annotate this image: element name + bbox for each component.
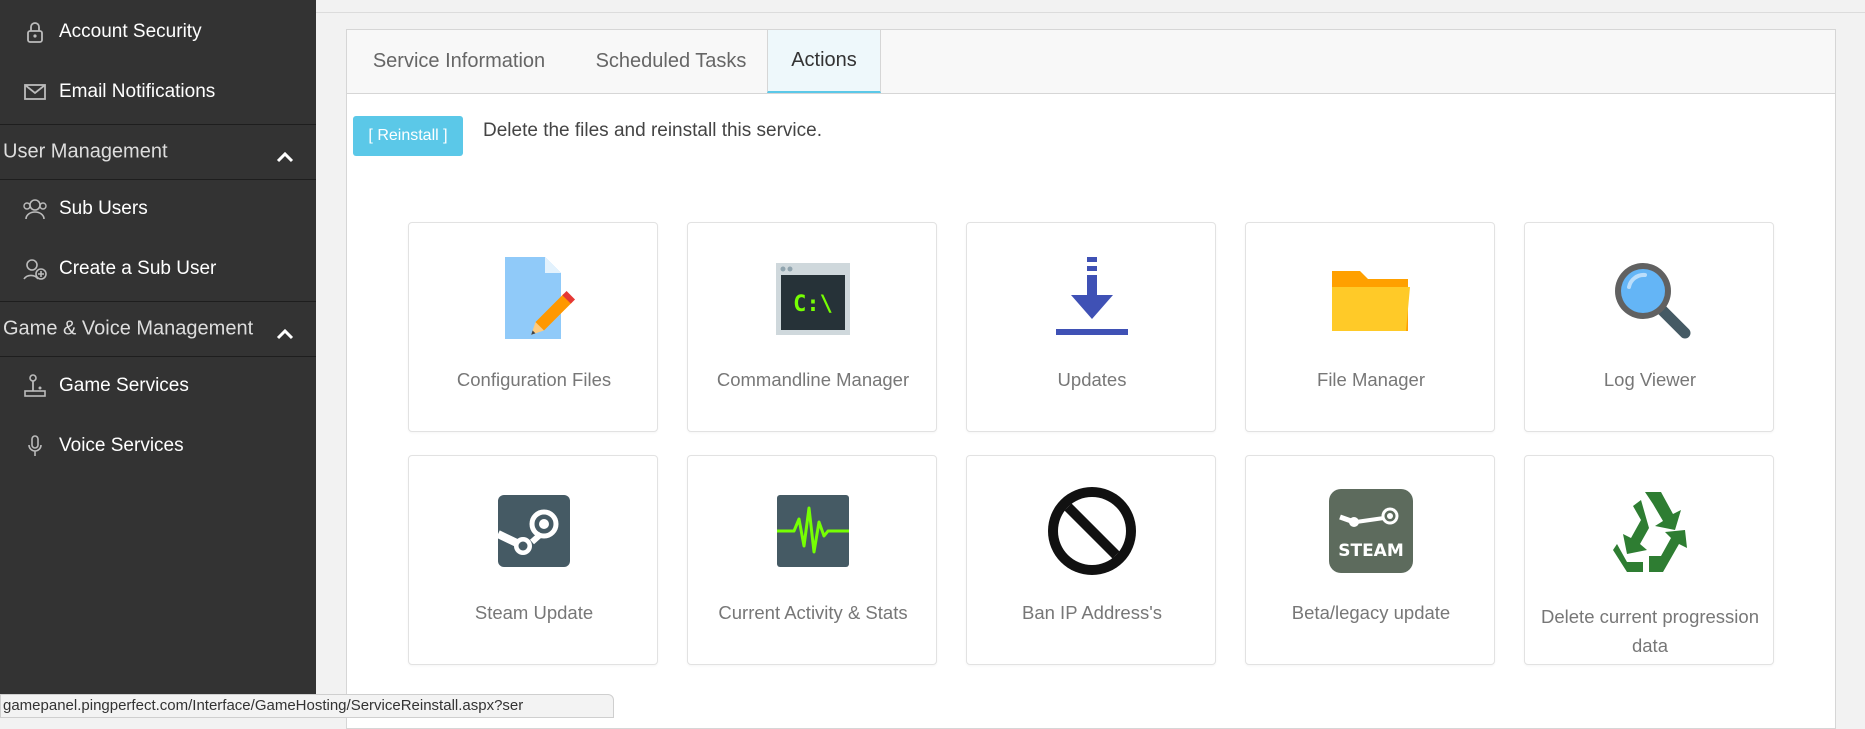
- sidebar-group-label: Game & Voice Management: [3, 317, 254, 340]
- magnifier-icon: [1605, 253, 1695, 343]
- action-label: File Manager: [1317, 369, 1425, 390]
- steam-logo-icon: STEAM: [1326, 486, 1416, 576]
- tab-service-information[interactable]: Service Information: [347, 30, 571, 93]
- tab-actions[interactable]: Actions: [767, 30, 881, 93]
- users-icon: [22, 196, 48, 222]
- chevron-up-icon: [276, 323, 294, 340]
- svg-text:C:\: C:\: [793, 292, 833, 317]
- action-card-updates[interactable]: Updates: [966, 222, 1216, 432]
- action-card-ban-ip[interactable]: Ban IP Address's: [966, 455, 1216, 665]
- header-divider: [316, 12, 1865, 13]
- sidebar-item-create-sub-user[interactable]: Create a Sub User: [0, 239, 316, 299]
- tab-bar: Service Information Scheduled Tasks Acti…: [347, 30, 1835, 94]
- action-card-commandline-manager[interactable]: C:\ Commandline Manager: [687, 222, 937, 432]
- add-user-icon: [22, 256, 48, 282]
- action-card-delete-progression[interactable]: Delete current progression data: [1524, 455, 1774, 665]
- action-card-steam-update[interactable]: Steam Update: [408, 455, 658, 665]
- microphone-icon: [22, 433, 48, 459]
- action-label: Updates: [1057, 369, 1127, 390]
- tab-scheduled-tasks[interactable]: Scheduled Tasks: [571, 30, 771, 93]
- ban-icon: [1047, 486, 1137, 576]
- sidebar-group-label: User Management: [3, 140, 168, 163]
- sidebar: Account Security Email Notifications Use…: [0, 0, 316, 711]
- action-label: Steam Update: [474, 602, 594, 623]
- recycle-icon: [1605, 486, 1695, 576]
- download-icon: [1047, 253, 1137, 343]
- sidebar-item-voice-services[interactable]: Voice Services: [0, 416, 316, 476]
- service-panel: Service Information Scheduled Tasks Acti…: [346, 29, 1836, 729]
- chevron-up-icon: [276, 146, 294, 163]
- svg-text:STEAM: STEAM: [1338, 541, 1404, 561]
- sidebar-item-sub-users[interactable]: Sub Users: [0, 179, 316, 239]
- sidebar-item-label: Sub Users: [59, 198, 148, 219]
- status-bar-url: gamepanel.pingperfect.com/Interface/Game…: [0, 694, 614, 718]
- sidebar-item-email-notifications[interactable]: Email Notifications: [0, 62, 316, 122]
- action-label: Commandline Manager: [716, 369, 910, 390]
- activity-monitor-icon: [768, 486, 858, 576]
- action-card-log-viewer[interactable]: Log Viewer: [1524, 222, 1774, 432]
- action-label: Log Viewer: [1603, 369, 1697, 390]
- action-card-current-activity-stats[interactable]: Current Activity & Stats: [687, 455, 937, 665]
- config-file-icon: [489, 253, 579, 343]
- joystick-icon: [22, 373, 48, 399]
- sidebar-item-label: Email Notifications: [59, 81, 216, 102]
- action-label: Ban IP Address's: [1022, 602, 1162, 623]
- envelope-icon: [22, 79, 48, 105]
- folder-icon: [1326, 253, 1416, 343]
- sidebar-item-label: Voice Services: [59, 435, 184, 456]
- sidebar-item-account-security[interactable]: Account Security: [0, 2, 316, 62]
- sidebar-group-game-voice-management[interactable]: Game & Voice Management: [0, 301, 316, 357]
- lock-icon: [22, 19, 48, 45]
- sidebar-item-label: Game Services: [59, 375, 189, 396]
- terminal-icon: C:\: [768, 253, 858, 343]
- sidebar-item-label: Create a Sub User: [59, 258, 217, 279]
- reinstall-description: Delete the files and reinstall this serv…: [483, 120, 822, 141]
- sidebar-group-user-management[interactable]: User Management: [0, 124, 316, 180]
- action-card-configuration-files[interactable]: Configuration Files: [408, 222, 658, 432]
- steam-icon: [489, 486, 579, 576]
- sidebar-item-game-services[interactable]: Game Services: [0, 356, 316, 416]
- action-label: Delete current progression data: [1541, 606, 1759, 656]
- sidebar-item-label: Account Security: [59, 21, 202, 42]
- action-label: Configuration Files: [456, 369, 612, 390]
- action-label: Beta/legacy update: [1291, 602, 1451, 623]
- action-card-beta-legacy-update[interactable]: STEAM Beta/legacy update: [1245, 455, 1495, 665]
- reinstall-button[interactable]: [ Reinstall ]: [353, 116, 463, 156]
- action-label: Current Activity & Stats: [718, 602, 908, 623]
- action-card-file-manager[interactable]: File Manager: [1245, 222, 1495, 432]
